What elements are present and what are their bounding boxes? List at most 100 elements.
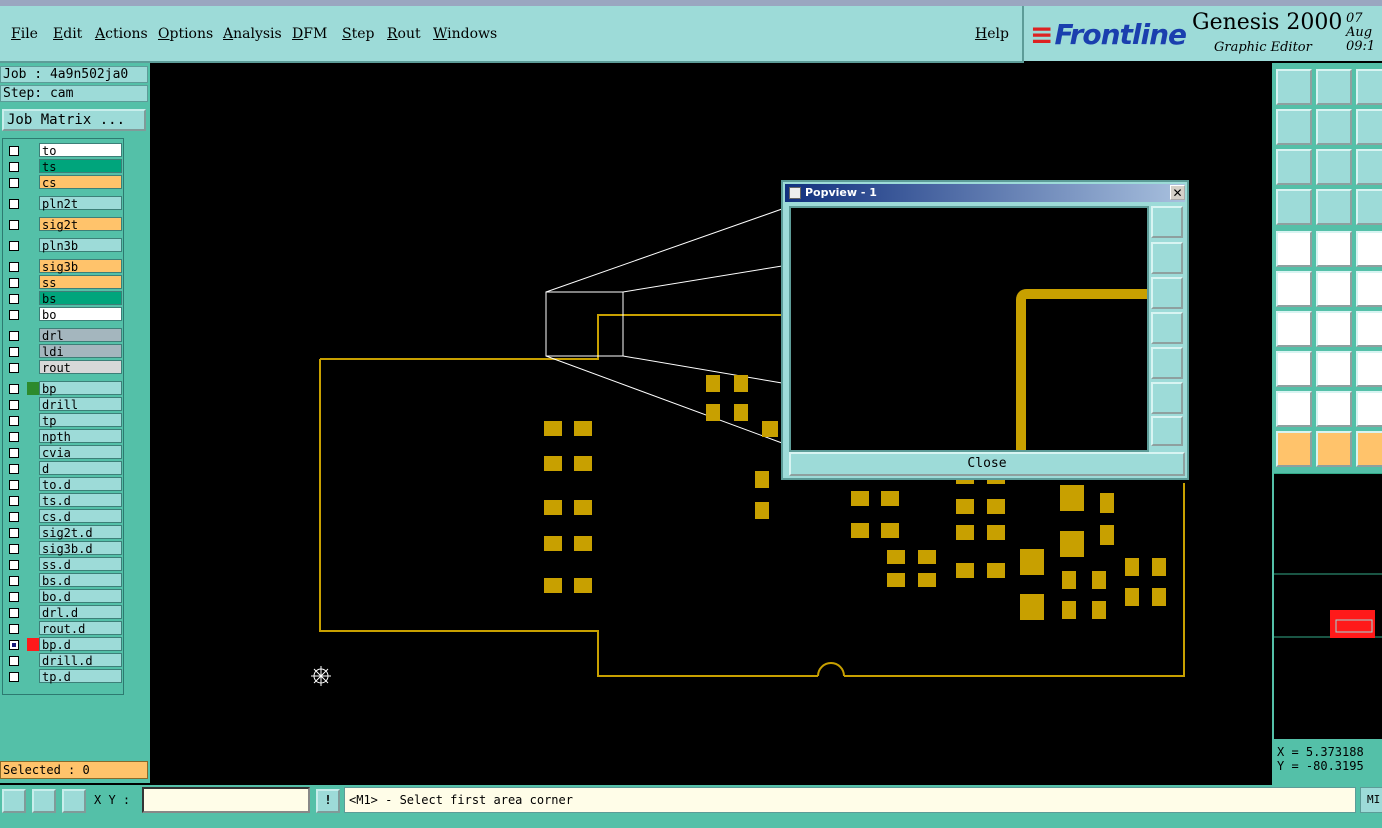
layer-name[interactable]: drill [39, 397, 122, 412]
layer-checkbox[interactable] [9, 448, 19, 458]
layer-row[interactable]: pln2t [5, 196, 123, 211]
grid-icon[interactable] [62, 789, 86, 813]
popview-center-icon[interactable] [1151, 416, 1183, 446]
layer-row[interactable]: cvia [5, 445, 123, 460]
layer-checkbox[interactable] [9, 416, 19, 426]
layer-checkbox[interactable] [9, 384, 19, 394]
snap-icon[interactable] [2, 789, 26, 813]
ruler-icon[interactable] [1356, 231, 1382, 267]
layer-name[interactable]: drl.d [39, 605, 122, 620]
popview-pan-right-icon[interactable] [1151, 347, 1183, 379]
layer-checkbox[interactable] [9, 199, 19, 209]
layer-checkbox[interactable] [9, 672, 19, 682]
layer-checkbox[interactable] [9, 278, 19, 288]
layer-name[interactable]: bs [39, 291, 122, 306]
layer-row[interactable]: npth [5, 429, 123, 444]
align-icon[interactable] [1356, 351, 1382, 387]
layer-row[interactable]: bs.d [5, 573, 123, 588]
pad-icon[interactable] [1276, 351, 1312, 387]
layer-name[interactable]: d [39, 461, 122, 476]
layer-row[interactable]: bo [5, 307, 123, 322]
layer-row[interactable]: bs [5, 291, 123, 306]
probe-icon[interactable] [1316, 189, 1352, 225]
layer-checkbox[interactable] [9, 592, 19, 602]
layer-row[interactable]: rout [5, 360, 123, 375]
xy-input[interactable] [142, 787, 310, 813]
layer-row[interactable]: drl.d [5, 605, 123, 620]
select-area-icon[interactable] [1316, 231, 1352, 267]
layer-checkbox[interactable] [9, 544, 19, 554]
layer-checkbox[interactable] [9, 528, 19, 538]
layer-checkbox[interactable] [9, 294, 19, 304]
menu-actions[interactable]: Actions [95, 26, 148, 42]
layer-row[interactable]: d [5, 461, 123, 476]
zoom-center-icon[interactable] [1316, 149, 1352, 185]
menu-analysis[interactable]: Analysis [223, 26, 282, 42]
layer-row[interactable]: pln3b [5, 238, 123, 253]
layer-name[interactable]: sig2t.d [39, 525, 122, 540]
layer-row[interactable]: to.d [5, 477, 123, 492]
popview-canvas[interactable] [789, 206, 1149, 452]
popview-title-bar[interactable]: Popview - 1 ✕ [785, 184, 1185, 202]
layer-checkbox[interactable] [9, 576, 19, 586]
layer-name[interactable]: bo.d [39, 589, 122, 604]
layer-row[interactable]: bo.d [5, 589, 123, 604]
layer-name[interactable]: ts.d [39, 493, 122, 508]
layer-name[interactable]: tp [39, 413, 122, 428]
alert-icon[interactable]: ! [316, 789, 340, 813]
layer-checkbox[interactable] [9, 560, 19, 570]
line-icon[interactable] [1276, 311, 1312, 347]
mountain-icon[interactable] [1316, 391, 1352, 427]
draw-icon[interactable] [1316, 311, 1352, 347]
layer-checkbox[interactable] [9, 347, 19, 357]
feature-icon[interactable] [1276, 231, 1312, 267]
layer-checkbox[interactable] [9, 656, 19, 666]
layer-row[interactable]: cs [5, 175, 123, 190]
layer-row[interactable]: tp.d [5, 669, 123, 684]
layer-checkbox[interactable] [9, 624, 19, 634]
layer-name[interactable]: drl [39, 328, 122, 343]
layer-name[interactable]: bo [39, 307, 122, 322]
menu-step[interactable]: Step [342, 26, 374, 42]
layer-row[interactable]: rout.d [5, 621, 123, 636]
layer-row[interactable]: cs.d [5, 509, 123, 524]
layer-row[interactable]: to [5, 143, 123, 158]
layer-row[interactable]: sig3b.d [5, 541, 123, 556]
layer-checkbox[interactable] [9, 310, 19, 320]
menu-dfm[interactable]: DFM [292, 26, 327, 42]
popview-close-icon[interactable]: ✕ [1170, 185, 1185, 200]
clock-icon[interactable] [1356, 431, 1382, 467]
layer-name[interactable]: bp [39, 381, 122, 396]
pointer-icon[interactable] [1276, 431, 1312, 467]
layer-up-icon[interactable] [1276, 69, 1312, 105]
move-right-icon[interactable] [1316, 109, 1352, 145]
layer-name[interactable]: tp.d [39, 669, 122, 684]
layer-checkbox[interactable] [9, 162, 19, 172]
layer-row[interactable]: drill [5, 397, 123, 412]
layer-name[interactable]: sig2t [39, 217, 122, 232]
popview-pan-left-icon[interactable] [1151, 312, 1183, 344]
layer-checkbox[interactable] [9, 512, 19, 522]
home-icon[interactable] [1356, 69, 1382, 105]
layer-name[interactable]: to [39, 143, 122, 158]
layer-checkbox[interactable] [9, 608, 19, 618]
popview-close-button[interactable]: Close [789, 452, 1185, 476]
layer-name[interactable]: pln3b [39, 238, 122, 253]
job-matrix-button[interactable]: Job Matrix ... [2, 109, 146, 131]
undo-icon[interactable] [1356, 109, 1382, 145]
layer-row[interactable]: sig3b [5, 259, 123, 274]
layer-name[interactable]: cvia [39, 445, 122, 460]
overview-map[interactable] [1274, 473, 1382, 739]
layer-name[interactable]: cs [39, 175, 122, 190]
layer-row[interactable]: bp.d [5, 637, 123, 652]
layer-checkbox[interactable] [9, 432, 19, 442]
layer-name[interactable]: rout [39, 360, 122, 375]
popview-fit-icon[interactable] [1151, 382, 1183, 414]
menu-file[interactable]: File [11, 26, 38, 42]
layer-row[interactable]: ts [5, 159, 123, 174]
layer-checkbox[interactable] [9, 464, 19, 474]
angle-icon[interactable] [1356, 391, 1382, 427]
layer-checkbox[interactable] [9, 331, 19, 341]
menu-options[interactable]: Options [158, 26, 213, 42]
layer-checkbox[interactable] [9, 146, 19, 156]
